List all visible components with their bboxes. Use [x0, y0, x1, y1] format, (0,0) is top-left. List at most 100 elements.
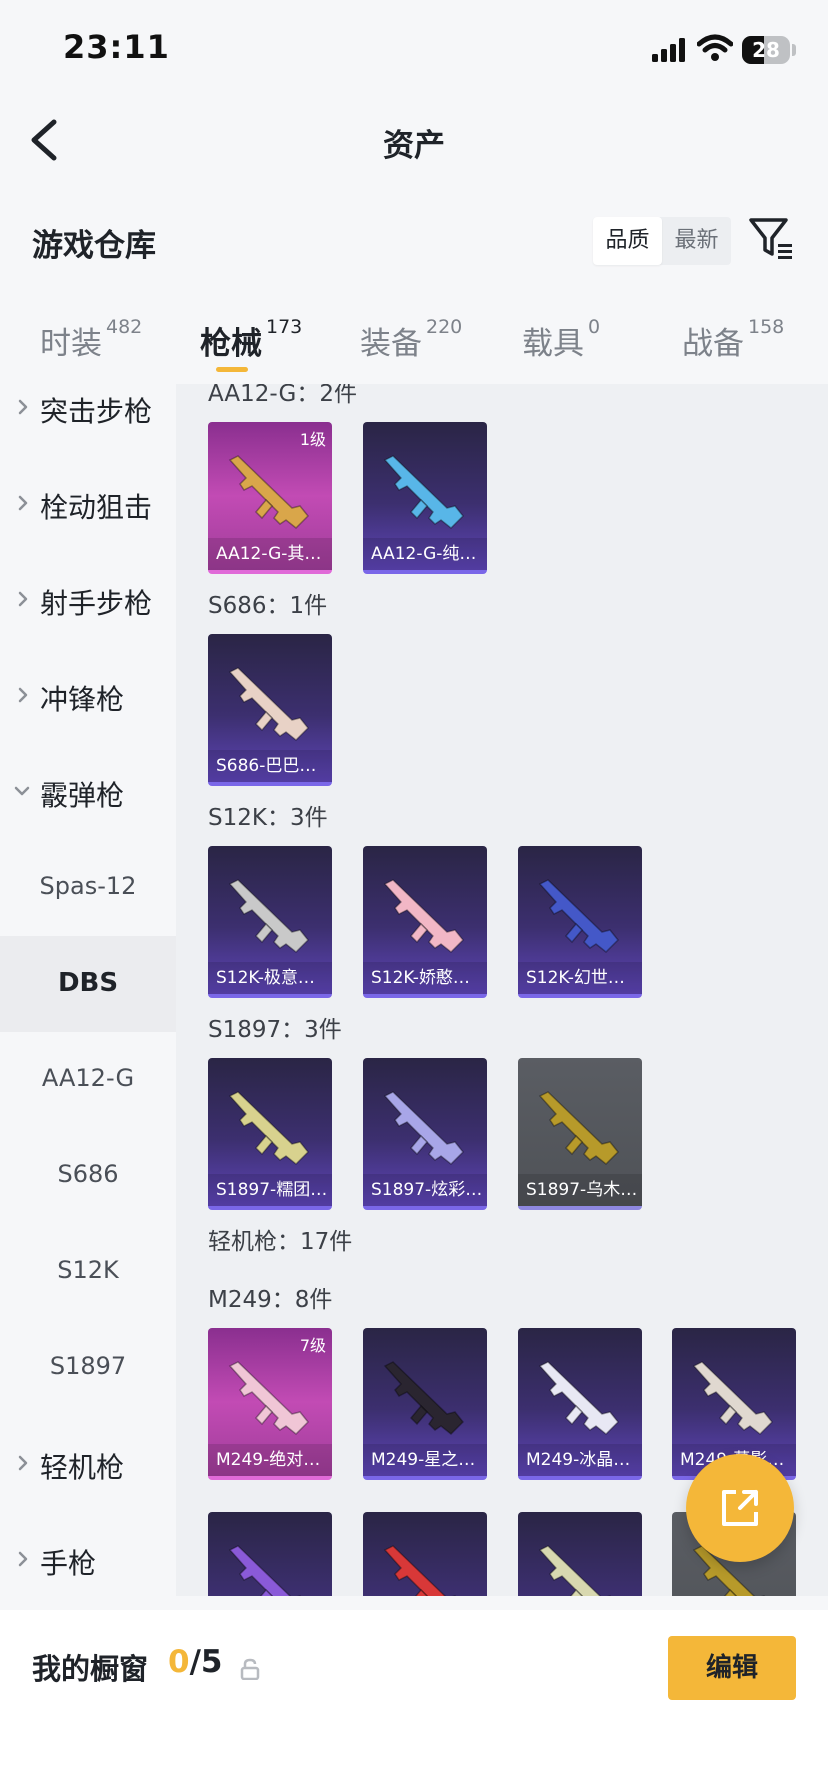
weapon-card[interactable]	[208, 1512, 332, 1596]
sidebar-item-12[interactable]: 手枪	[0, 1512, 176, 1596]
group-title: S686：1件	[208, 593, 328, 619]
weapon-name: M249-星之…	[363, 1444, 487, 1476]
warehouse-title: 游戏仓库	[32, 228, 156, 264]
sidebar-item-2[interactable]: 射手步枪	[0, 552, 176, 648]
category-tabs: 时装 482 枪械 173 装备 220 载具 0 战备 158	[0, 300, 828, 380]
group-title: AA12-G：2件	[208, 384, 357, 407]
sidebar-item-3[interactable]: 冲锋枪	[0, 648, 176, 744]
weapon-name: S12K-娇憨…	[363, 962, 487, 994]
sidebar-item-4[interactable]: 霰弹枪	[0, 744, 176, 840]
weapon-category-nav: 突击步枪栓动狙击射手步枪冲锋枪霰弹枪 Spas-12 DBS AA12-G S686 S1…	[0, 384, 176, 1596]
sidebar-item-8[interactable]: S686	[0, 1128, 176, 1224]
sidebar-item-label: 射手步枪	[40, 587, 153, 620]
status-bar: 23:11 28	[0, 0, 828, 100]
sort-toggle: 品质 最新	[593, 217, 731, 265]
weapon-card[interactable]: S12K-极意…	[208, 846, 332, 998]
weapon-skin-icon	[383, 1361, 465, 1436]
sidebar-item-label: 霰弹枪	[40, 779, 125, 812]
sidebar-subitem-label: S12K	[57, 1256, 119, 1284]
weapon-card[interactable]: S12K-娇憨…	[363, 846, 487, 998]
page-title: 资产	[383, 128, 445, 164]
weapon-card[interactable]: S1897-糯团…	[208, 1058, 332, 1210]
tab-equipment[interactable]: 装备 220	[360, 316, 462, 363]
weapon-skin-icon	[383, 879, 465, 954]
group-title: S1897：3件	[208, 1017, 342, 1043]
tab-supplies[interactable]: 战备 158	[682, 316, 784, 363]
sidebar-subitem-label: S1897	[49, 1352, 127, 1380]
sort-newest-button[interactable]: 最新	[662, 217, 731, 265]
showcase-bar: 我的橱窗 0/5 编辑	[0, 1610, 828, 1792]
level-badge: 1级	[299, 430, 326, 449]
weapon-skin-icon	[383, 1091, 465, 1166]
weapon-name: S12K-极意…	[208, 962, 332, 994]
sidebar-item-label: 手枪	[40, 1547, 97, 1580]
group-title: 轻机枪：17件	[208, 1229, 353, 1255]
sidebar-item-0[interactable]: 突击步枪	[0, 384, 176, 456]
weapon-skin-icon	[538, 879, 620, 954]
cellular-signal-icon	[652, 38, 685, 62]
weapon-card[interactable]: S1897-乌木…	[518, 1058, 642, 1210]
weapon-skin-icon	[538, 1091, 620, 1166]
lock-icon	[240, 1658, 260, 1680]
weapon-skin-icon	[228, 1361, 310, 1436]
sidebar-item-10[interactable]: S1897	[0, 1320, 176, 1416]
weapon-card[interactable]: M249-星之…	[363, 1328, 487, 1480]
weapon-card[interactable]: S12K-幻世…	[518, 846, 642, 998]
sidebar-item-label: 冲锋枪	[40, 683, 125, 716]
sidebar-item-11[interactable]: 轻机枪	[0, 1416, 176, 1512]
weapon-skin-icon	[228, 879, 310, 954]
weapon-card[interactable]: 1级 AA12-G-其…	[208, 422, 332, 574]
weapon-name: AA12-G-其…	[208, 538, 332, 570]
group-title: M249：8件	[208, 1287, 333, 1313]
weapon-card[interactable]: M249-冰晶…	[518, 1328, 642, 1480]
tab-vehicles[interactable]: 载具 0	[522, 316, 600, 363]
chevron-right-icon	[18, 591, 28, 607]
sidebar-item-6[interactable]: DBS	[0, 936, 176, 1032]
weapon-name: M249-绝对…	[208, 1444, 332, 1476]
showcase-label: 我的橱窗	[32, 1652, 149, 1686]
weapon-list: AA12-G：2件 1级 AA12-G-其… AA12-G-纯… S686：1件 S686…	[176, 384, 828, 1596]
sidebar-item-1[interactable]: 栓动狙击	[0, 456, 176, 552]
battery-level: 28	[752, 38, 780, 62]
filter-icon[interactable]	[748, 216, 796, 262]
sidebar-item-7[interactable]: AA12-G	[0, 1032, 176, 1128]
sidebar-subitem-label: AA12-G	[41, 1064, 135, 1092]
weapon-card[interactable]: S686-巴巴…	[208, 634, 332, 786]
tab-fashion[interactable]: 时装 482	[40, 316, 142, 363]
sidebar-item-5[interactable]: Spas-12	[0, 840, 176, 936]
chevron-down-icon	[14, 786, 30, 796]
sidebar-item-label: 栓动狙击	[40, 491, 153, 524]
sidebar-item-label: 突击步枪	[40, 395, 153, 428]
wifi-icon	[697, 34, 733, 61]
weapon-name: AA12-G-纯…	[363, 538, 487, 570]
share-icon	[722, 1490, 758, 1526]
weapon-name: S1897-炫彩…	[363, 1174, 487, 1206]
level-badge: 7级	[299, 1336, 326, 1355]
weapon-card[interactable]	[363, 1512, 487, 1596]
sidebar-subitem-label: DBS	[57, 968, 119, 998]
weapon-skin-icon	[383, 455, 465, 530]
weapon-skin-icon	[383, 1545, 456, 1596]
weapon-card[interactable]: 7级 M249-绝对…	[208, 1328, 332, 1480]
sidebar-item-9[interactable]: S12K	[0, 1224, 176, 1320]
weapon-skin-icon	[228, 667, 310, 742]
weapon-card[interactable]: AA12-G-纯…	[363, 422, 487, 574]
weapon-name: M249-冰晶…	[518, 1444, 642, 1476]
sidebar-subitem-label: Spas-12	[39, 872, 137, 900]
weapon-skin-icon	[228, 1545, 301, 1596]
weapon-name: S686-巴巴…	[208, 750, 332, 782]
weapon-name: S1897-乌木…	[518, 1174, 642, 1206]
battery-icon: 28	[742, 36, 790, 64]
chevron-right-icon	[18, 1455, 28, 1471]
share-button[interactable]	[686, 1454, 794, 1562]
active-tab-indicator	[216, 367, 248, 372]
sort-quality-button[interactable]: 品质	[593, 217, 662, 265]
weapon-name: S1897-糯团…	[208, 1174, 332, 1206]
status-time: 23:11	[63, 28, 170, 66]
weapon-card[interactable]	[518, 1512, 642, 1596]
edit-button[interactable]: 编辑	[668, 1636, 796, 1700]
chevron-right-icon	[18, 495, 28, 511]
weapon-card[interactable]: S1897-炫彩…	[363, 1058, 487, 1210]
weapon-skin-icon	[538, 1361, 620, 1436]
tab-firearms[interactable]: 枪械 173	[200, 316, 302, 363]
